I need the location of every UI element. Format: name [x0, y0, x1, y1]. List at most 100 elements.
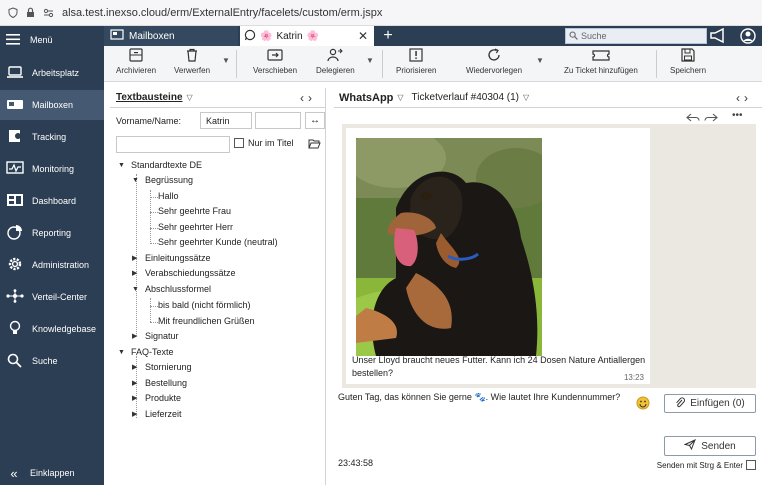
tree-leaf-herr[interactable]: Sehr geehrter Herr — [158, 222, 233, 232]
only-title-checkbox[interactable] — [234, 138, 244, 148]
filter-input[interactable] — [116, 136, 230, 153]
delegate-label: Delegieren — [316, 66, 355, 75]
tree-node-verabschiedung[interactable]: ▶ Verabschiedungssätze — [132, 268, 236, 278]
emoji-picker-icon[interactable] — [636, 396, 650, 413]
tree-node-bestellung[interactable]: ▶ Bestellung — [132, 378, 187, 388]
tree-node-produkte[interactable]: ▶ Produkte — [132, 393, 181, 403]
tree-node-label: Lieferzeit — [145, 409, 182, 419]
mailbox-icon — [110, 29, 124, 43]
sidebar-item-suche[interactable]: Suche — [0, 346, 104, 376]
send-button[interactable]: Senden — [664, 436, 756, 456]
reply-editor[interactable]: Guten Tag, das können Sie gerne 🐾. Wie l… — [338, 392, 658, 452]
close-icon[interactable]: ✕ — [358, 29, 368, 43]
tree-node-label: bis bald (nicht förmlich) — [158, 300, 251, 310]
collapse-button[interactable]: « Einklappen — [0, 462, 104, 484]
sidebar-item-knowledgebase[interactable]: Knowledgebase — [0, 314, 104, 344]
send-with-ctrl-enter-option[interactable]: Senden mit Strg & Enter — [657, 460, 756, 470]
tree-leaf-bis-bald[interactable]: bis bald (nicht förmlich) — [158, 300, 251, 310]
tree-connector — [150, 197, 158, 198]
message-timestamp: 13:23 — [623, 373, 644, 382]
search-input[interactable]: Suche — [565, 28, 707, 44]
insert-button[interactable]: Einfügen (0) — [664, 394, 756, 413]
chevron-down-icon[interactable]: ▽ — [187, 93, 193, 102]
tree-node-faq[interactable]: ▼ FAQ-Texte — [118, 347, 174, 357]
menu-label: Menü — [30, 35, 53, 45]
sidebar-item-reporting[interactable]: Reporting — [0, 218, 104, 248]
more-options-icon[interactable]: ••• — [732, 110, 743, 121]
folder-open-icon[interactable] — [308, 138, 321, 152]
channel-tab[interactable]: WhatsApp — [339, 92, 393, 104]
prioritize-button[interactable]: Priorisieren — [396, 48, 436, 75]
firstname-input[interactable]: Katrin — [200, 112, 252, 129]
network-icon — [6, 289, 24, 305]
panel-nav-arrows[interactable]: ‹› — [300, 91, 316, 105]
tree-leaf-hallo[interactable]: Hallo — [158, 191, 179, 201]
chevron-down-icon[interactable]: ▼ — [366, 56, 374, 65]
reject-label: Verwerfen — [174, 66, 211, 75]
panel-title[interactable]: Textbausteine — [116, 92, 183, 103]
menu-toggle[interactable]: Menü — [0, 26, 104, 54]
tree-node-begruessung[interactable]: ▼ Begrüssung — [132, 175, 193, 185]
chevron-down-icon[interactable]: ▼ — [222, 56, 230, 65]
pie-chart-icon — [6, 224, 24, 242]
tree-node-label: Produkte — [145, 393, 182, 403]
new-tab-button[interactable]: + — [378, 26, 398, 46]
sidebar-item-arbeitsplatz[interactable]: Arbeitsplatz — [0, 58, 104, 88]
sidebar-item-mailboxen[interactable]: Mailboxen — [0, 90, 104, 120]
chevron-down-icon[interactable]: ▽ — [523, 93, 529, 102]
tree-node-standardtexte[interactable]: ▼ Standardtexte DE — [118, 160, 202, 170]
toolbar-divider — [236, 50, 237, 78]
add-to-ticket-button[interactable]: Zu Ticket hinzufügen — [564, 48, 638, 75]
megaphone-icon[interactable] — [709, 27, 727, 47]
tree-node-label: Stornierung — [145, 362, 192, 372]
url-text[interactable]: alsa.test.inexso.cloud/erm/ExternalEntry… — [62, 7, 382, 19]
lastname-input[interactable] — [255, 112, 301, 129]
tree-leaf-mfg[interactable]: Mit freundlichen Grüßen — [158, 316, 255, 326]
tree-node-signatur[interactable]: ▶ Signatur — [132, 331, 179, 341]
sidebar-item-administration[interactable]: Administration — [0, 250, 104, 280]
sidebar-item-tracking[interactable]: Tracking — [0, 122, 104, 152]
flower-emoji: 🌸 — [306, 30, 320, 42]
browser-url-bar[interactable]: alsa.test.inexso.cloud/erm/ExternalEntry… — [0, 0, 762, 26]
tree-node-abschluss[interactable]: ▼ Abschlussformel — [132, 284, 211, 294]
tree-node-label: Signatur — [145, 331, 179, 341]
tree-connector — [150, 212, 158, 213]
sidebar-item-verteil-center[interactable]: Verteil-Center — [0, 282, 104, 312]
tree-leaf-frau[interactable]: Sehr geehrte Frau — [158, 206, 231, 216]
ticket-history-tab[interactable]: Ticketverlauf #40304 (1) — [412, 92, 519, 103]
add-to-ticket-label: Zu Ticket hinzufügen — [564, 66, 638, 75]
chevron-down-icon[interactable]: ▽ — [397, 93, 403, 102]
save-button[interactable]: Speichern — [670, 48, 706, 75]
search-icon — [6, 352, 24, 370]
resubmit-button[interactable]: Wiedervorlegen — [466, 48, 522, 75]
bulb-icon — [6, 320, 24, 338]
ticket-icon — [592, 48, 610, 64]
tab-katrin[interactable]: 🌸 Katrin 🌸 ✕ — [240, 26, 374, 46]
sidebar-item-dashboard[interactable]: Dashboard — [0, 186, 104, 216]
plus-icon: + — [383, 27, 393, 44]
tab-mailboxen[interactable]: Mailboxen — [104, 26, 238, 46]
exclamation-icon — [409, 48, 423, 64]
send-option-checkbox[interactable] — [746, 460, 756, 470]
paperclip-icon — [675, 396, 686, 411]
tree-node-lieferzeit[interactable]: ▶ Lieferzeit — [132, 409, 182, 419]
dog-photo[interactable] — [356, 138, 542, 356]
tree-leaf-kunde[interactable]: Sehr geehrter Kunde (neutral) — [158, 237, 278, 247]
swap-names-button[interactable]: ↔ — [305, 112, 325, 129]
textbausteine-header: Textbausteine ▽ — [110, 88, 326, 108]
only-title-row[interactable]: Nur im Titel — [234, 138, 294, 148]
archive-button[interactable]: Archivieren — [116, 48, 156, 75]
move-button[interactable]: Verschieben — [253, 48, 297, 75]
conversation-nav-arrows[interactable]: ‹› — [736, 91, 752, 105]
tree-node-label: Sehr geehrter Herr — [158, 222, 234, 232]
tree-node-stornierung[interactable]: ▶ Stornierung — [132, 362, 192, 372]
tree-node-einleitung[interactable]: ▶ Einleitungssätze — [132, 253, 211, 263]
reject-button[interactable]: Verwerfen — [174, 48, 210, 75]
sidebar-item-monitoring[interactable]: Monitoring — [0, 154, 104, 184]
gear-icon — [6, 256, 24, 274]
delegate-button[interactable]: Delegieren — [316, 48, 355, 75]
double-chevron-left-icon: « — [10, 465, 18, 481]
user-icon[interactable] — [740, 28, 756, 47]
site-settings-icon[interactable] — [43, 8, 54, 18]
chevron-down-icon[interactable]: ▼ — [536, 56, 544, 65]
